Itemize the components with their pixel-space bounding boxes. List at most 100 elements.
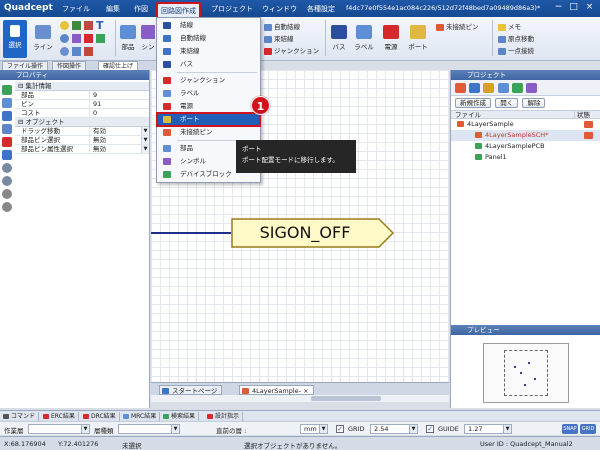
- dropdown-arrow-icon[interactable]: ▼: [141, 136, 149, 144]
- schematic-icon[interactable]: [469, 83, 481, 93]
- list-item[interactable]: Panel1: [451, 152, 600, 163]
- power-button[interactable]: 電源: [380, 20, 402, 58]
- menu-draw[interactable]: 作図: [134, 4, 148, 14]
- table-row[interactable]: 部品ピン選択 無効 ▼: [15, 136, 149, 145]
- arc-icon[interactable]: [60, 34, 69, 43]
- grid-checkbox[interactable]: ✓: [336, 425, 344, 433]
- menu-window[interactable]: ウィンドウ: [262, 4, 297, 14]
- guide-select[interactable]: 1.27 ▼: [464, 424, 512, 434]
- line-button[interactable]: ライン: [30, 20, 56, 58]
- table-row[interactable]: ドラッグ移動 有効 ▼: [15, 127, 149, 136]
- grid-select[interactable]: 2.54 ▼: [370, 424, 418, 434]
- menu-item[interactable]: ジャンクション: [158, 75, 259, 86]
- memo-button[interactable]: メモ: [498, 21, 521, 31]
- menu-item[interactable]: 束結線: [158, 46, 259, 57]
- tab-draw-ops[interactable]: 作図操作: [52, 61, 87, 70]
- table-row[interactable]: コスト 0: [15, 109, 149, 118]
- unit-select[interactable]: mm ▼: [300, 424, 328, 434]
- preview-thumbnail[interactable]: [483, 343, 569, 403]
- grid-badge[interactable]: GRID: [580, 424, 596, 434]
- origin-move-button[interactable]: 原点移動: [498, 33, 534, 43]
- grid-icon[interactable]: [2, 150, 12, 160]
- triangle-icon[interactable]: [84, 21, 93, 30]
- scrollbar-thumb[interactable]: [311, 396, 381, 401]
- shape-icon[interactable]: [84, 34, 93, 43]
- auto-wire-button[interactable]: 自動結線: [264, 21, 300, 31]
- folder-icon[interactable]: [483, 83, 495, 93]
- list-icon[interactable]: [2, 111, 12, 121]
- menu-item[interactable]: ラベル: [158, 88, 259, 99]
- parts-button[interactable]: 部品: [117, 20, 139, 58]
- one-point-connect-button[interactable]: 一点接続: [498, 45, 534, 55]
- panel-icon[interactable]: [526, 83, 538, 93]
- dropdown-arrow-icon[interactable]: ▼: [141, 145, 149, 153]
- tab-schematic[interactable]: 4LayerSample- ×: [239, 385, 314, 395]
- tab-check-finish[interactable]: 確認仕上げ: [98, 61, 139, 70]
- result-tab[interactable]: 設計指示: [206, 412, 244, 421]
- gear-icon[interactable]: [2, 189, 12, 199]
- marker-icon[interactable]: [84, 47, 93, 56]
- rect-icon[interactable]: [72, 21, 81, 30]
- list-item[interactable]: 4LayerSamplePCB: [451, 141, 600, 152]
- port-button[interactable]: ポート: [404, 20, 432, 58]
- arrow-icon[interactable]: [2, 85, 12, 95]
- menu-file[interactable]: ファイル: [62, 4, 90, 14]
- table-row[interactable]: 部品ピン属性選択 無効 ▼: [15, 145, 149, 154]
- menu-edit[interactable]: 編集: [106, 4, 120, 14]
- library-icon[interactable]: [497, 83, 509, 93]
- open-project-button[interactable]: 開く: [495, 98, 519, 108]
- menu-item[interactable]: 結線: [158, 20, 259, 31]
- move-icon[interactable]: [2, 98, 12, 108]
- menu-item[interactable]: 自動結線: [158, 33, 259, 44]
- label-button[interactable]: ラベル: [351, 20, 377, 58]
- ellipse-icon[interactable]: [60, 47, 69, 56]
- menu-project[interactable]: プロジェクト: [211, 4, 253, 14]
- zoom-out-icon[interactable]: [2, 176, 12, 186]
- dropdown-arrow-icon[interactable]: ▼: [141, 127, 149, 135]
- minimize-button[interactable]: −: [552, 2, 565, 13]
- list-item[interactable]: 4LayerSample: [451, 119, 600, 130]
- menu-item[interactable]: 未接続ピン: [158, 127, 259, 138]
- layer-type-select[interactable]: ▼: [118, 424, 180, 434]
- result-tab[interactable]: MRC結果: [122, 412, 161, 421]
- bus-button[interactable]: バス: [329, 20, 349, 58]
- zoom-icon[interactable]: [2, 163, 12, 173]
- settings-icon[interactable]: [2, 202, 12, 212]
- tab-start-page[interactable]: スタートページ: [159, 385, 223, 395]
- menu-settings[interactable]: 各種設定: [307, 4, 335, 14]
- frame-icon[interactable]: [72, 47, 81, 56]
- result-tab[interactable]: コマンド: [2, 412, 40, 421]
- table-row[interactable]: 部品 9: [15, 91, 149, 100]
- release-project-button[interactable]: 解除: [522, 98, 546, 108]
- check-icon[interactable]: [2, 137, 12, 147]
- maximize-button[interactable]: □: [567, 2, 580, 13]
- result-tab[interactable]: ERC結果: [42, 412, 79, 421]
- unconnected-pin-button[interactable]: 未接続ピン: [436, 21, 479, 31]
- layer-select[interactable]: ▼: [28, 424, 90, 434]
- pcb-icon[interactable]: [511, 83, 523, 93]
- horizontal-scrollbar[interactable]: [151, 395, 449, 402]
- polygon-icon[interactable]: [72, 34, 81, 43]
- project-icon[interactable]: [455, 83, 466, 93]
- image-icon[interactable]: [96, 34, 105, 43]
- section-summary[interactable]: ⊟ 集計情報: [15, 82, 149, 91]
- result-tab[interactable]: 検索結果: [162, 412, 200, 421]
- result-tab[interactable]: DRC結果: [82, 412, 120, 421]
- close-icon[interactable]: ×: [303, 387, 308, 395]
- circle-icon[interactable]: [60, 21, 69, 30]
- wire[interactable]: [151, 232, 231, 234]
- bundle-wire-button[interactable]: 束結線: [264, 33, 294, 43]
- text-icon[interactable]: T: [96, 19, 104, 32]
- port-symbol[interactable]: SIGON_OFF: [231, 218, 395, 248]
- menu-item[interactable]: ポート: [156, 112, 261, 127]
- menu-item[interactable]: 電源: [158, 101, 259, 112]
- select-button[interactable]: 選択: [3, 20, 27, 58]
- new-project-button[interactable]: 新規作成: [455, 98, 491, 108]
- snap-badge[interactable]: SNAP: [562, 424, 578, 434]
- section-object[interactable]: ⊟ オブジェクト: [15, 118, 149, 127]
- guide-checkbox[interactable]: ✓: [426, 425, 434, 433]
- close-button[interactable]: ×: [583, 2, 596, 13]
- symbol-button[interactable]: シン: [141, 20, 155, 58]
- layer-icon[interactable]: [2, 124, 12, 134]
- table-row[interactable]: ピン 91: [15, 100, 149, 109]
